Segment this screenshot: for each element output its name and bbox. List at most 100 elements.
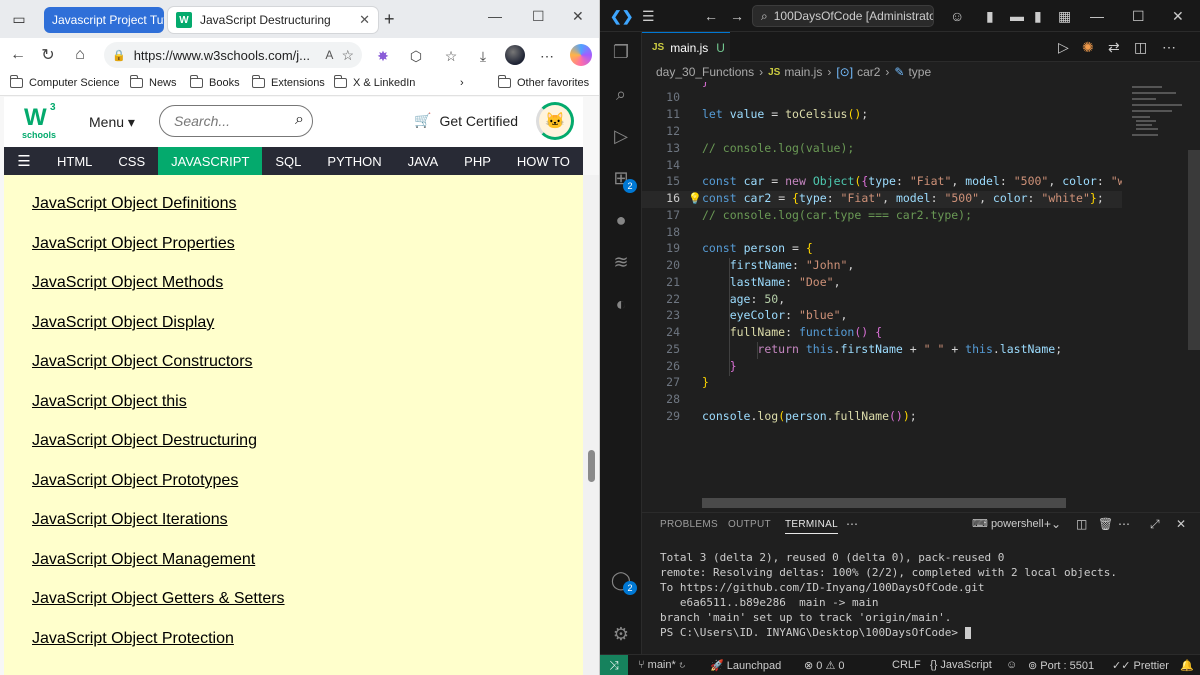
maximize-icon[interactable]: ☐ [1132, 8, 1145, 25]
back-icon[interactable]: ← [704, 8, 718, 24]
run-debug-icon[interactable]: ▷ [609, 124, 633, 148]
close-tab-icon[interactable]: ✕ [359, 12, 370, 28]
eol-status[interactable]: CRLF [892, 659, 921, 671]
refresh-icon[interactable]: ↻ [38, 45, 58, 65]
minimap[interactable] [1130, 82, 1190, 512]
stack-icon[interactable]: ≋ [609, 250, 633, 274]
download-icon[interactable]: ⤓ [474, 47, 492, 65]
more-icon[interactable]: ⋯ [538, 47, 556, 65]
menu-icon[interactable]: ☰ [642, 8, 655, 25]
nav-python[interactable]: PYTHON [314, 147, 394, 175]
home-icon[interactable]: ⌂ [70, 45, 90, 65]
puzzle-icon[interactable]: ⬡ [407, 47, 425, 65]
read-aloud-icon[interactable]: A [325, 48, 333, 62]
user-avatar[interactable]: 🐱 [536, 102, 574, 140]
toggle-panel-icon[interactable]: ▬ [1010, 8, 1024, 24]
new-terminal-icon[interactable]: +⌄ [1044, 517, 1061, 531]
page-scrollbar[interactable] [583, 175, 599, 675]
lightbulb-icon[interactable]: 💡 [688, 192, 702, 205]
sidebar-link[interactable]: JavaScript Object Iterations [32, 511, 228, 529]
favorite-item[interactable]: Extensions [252, 75, 325, 89]
profile-avatar[interactable] [505, 45, 525, 65]
sidebar-link[interactable]: JavaScript Object Properties [32, 235, 235, 253]
code-editor[interactable]: } 10 11let value = toCelsius(); 12 13// … [642, 82, 1122, 512]
settings-gear-icon[interactable]: ⚙ [609, 622, 633, 646]
trash-icon[interactable]: 🗑 [1098, 517, 1113, 531]
nav-sql[interactable]: SQL [262, 147, 314, 175]
compare-icon[interactable]: ⇄ [1108, 39, 1120, 56]
accounts-icon[interactable]: ◯ 2 [609, 568, 637, 595]
maximize-icon[interactable]: ☐ [532, 8, 545, 25]
sidebar-link[interactable]: JavaScript Object Getters & Setters [32, 590, 285, 608]
breadcrumb-file[interactable]: main.js [784, 65, 822, 79]
split-terminal-icon[interactable]: ◫ [1076, 517, 1087, 531]
browser-tab-2[interactable]: W JavaScript Destructuring ✕ [168, 7, 378, 33]
explorer-icon[interactable]: ❐ [609, 40, 633, 64]
prettier-status[interactable]: ✓✓ Prettier [1112, 659, 1169, 672]
github-icon[interactable]: ● [609, 208, 633, 232]
branch-status[interactable]: ⑂ main* ↻ [638, 659, 685, 671]
menu-button[interactable]: Menu ▾ [89, 114, 135, 131]
nav-php[interactable]: PHP [451, 147, 504, 175]
terminal-profile[interactable]: ⌨ powershell [972, 517, 1044, 530]
port-status[interactable]: ⊚ Port : 5501 [1028, 659, 1094, 672]
breadcrumb-folder[interactable]: day_30_Functions [656, 65, 754, 79]
get-certified-button[interactable]: 🛒 Get Certified [414, 112, 518, 129]
editor-scrollbar[interactable] [1188, 150, 1200, 350]
close-window-icon[interactable]: ✕ [572, 8, 584, 25]
run-icon[interactable]: ▷ [1058, 39, 1069, 56]
sidebar-link[interactable]: JavaScript Object Prototypes [32, 472, 238, 490]
live-share-icon[interactable]: ✺ [1082, 39, 1094, 56]
close-window-icon[interactable]: ✕ [1172, 8, 1184, 25]
sidebar-link[interactable]: JavaScript Object Methods [32, 274, 223, 292]
favorite-item[interactable]: Other favorites [498, 75, 589, 89]
more-actions-icon[interactable]: ⋯ [1162, 39, 1176, 56]
w3schools-logo[interactable]: W 3 schools [20, 102, 60, 142]
sidebar-link[interactable]: JavaScript Object Definitions [32, 195, 237, 213]
hamburger-icon[interactable]: ☰ [4, 152, 44, 170]
copilot-status-icon[interactable]: ☺ [1006, 659, 1017, 671]
favorite-item[interactable]: News [130, 75, 177, 89]
sidebar-link[interactable]: JavaScript Object Protection [32, 630, 234, 648]
favorite-item[interactable]: X & LinkedIn [334, 75, 415, 89]
tab-main-js[interactable]: JS main.js U [642, 32, 730, 62]
sidebar-link[interactable]: JavaScript Object Management [32, 551, 255, 569]
search-icon[interactable]: ⌕ [295, 111, 304, 129]
minimize-icon[interactable]: — [488, 8, 502, 24]
breadcrumb-symbol[interactable]: car2 [857, 65, 880, 79]
address-bar[interactable]: 🔒 https://www.w3schools.com/j... A ☆ [104, 42, 362, 68]
favorites-icon[interactable]: ☆ [442, 47, 460, 65]
sidebar-link[interactable]: JavaScript Object Display [32, 314, 214, 332]
toggle-sidebar-icon[interactable]: ▮ [986, 8, 994, 25]
nav-java[interactable]: JAVA [395, 147, 452, 175]
nav-javascript[interactable]: JAVASCRIPT [158, 147, 263, 175]
close-panel-icon[interactable]: ✕ [1176, 517, 1186, 531]
terminal-output[interactable]: Total 3 (delta 2), reused 0 (delta 0), p… [660, 551, 1190, 641]
favorite-star-icon[interactable]: ☆ [341, 47, 354, 64]
remote-indicator-icon[interactable]: ⤨ [600, 655, 628, 675]
sidebar-link[interactable]: JavaScript Object Destructuring [32, 432, 257, 450]
breadcrumb-property[interactable]: type [908, 65, 931, 79]
extensions-icon[interactable]: ⊞ 2 [609, 166, 637, 193]
language-status[interactable]: {} JavaScript [930, 659, 992, 671]
nav-how-to[interactable]: HOW TO [504, 147, 583, 175]
nav-html[interactable]: HTML [44, 147, 105, 175]
forward-icon[interactable]: → [730, 8, 744, 24]
editor-hscrollbar[interactable] [702, 498, 1066, 508]
more-icon[interactable]: ⋯ [1118, 517, 1130, 531]
new-tab-icon[interactable]: + [384, 9, 395, 30]
favorite-item[interactable]: Books [190, 75, 240, 89]
copilot-icon[interactable]: ☺ [950, 8, 964, 24]
nav-css[interactable]: CSS [105, 147, 158, 175]
browser-tab-1[interactable]: Javascript Project Tuto [44, 7, 164, 33]
tab-terminal[interactable]: TERMINAL [785, 519, 838, 534]
extension-icon[interactable]: ✸ [374, 47, 392, 65]
chevron-right-icon[interactable]: › [460, 77, 464, 89]
problems-status[interactable]: ⊗ 0 ⚠ 0 [804, 659, 845, 672]
remote-explorer-icon[interactable]: ◐ [609, 292, 633, 316]
sidebar-link[interactable]: JavaScript Object this [32, 393, 187, 411]
split-editor-icon[interactable]: ◫ [1134, 39, 1147, 56]
back-icon[interactable]: ← [8, 45, 28, 65]
tab-actions-icon[interactable]: ▭ [8, 8, 30, 30]
favorite-item[interactable]: Computer Science [10, 75, 120, 89]
